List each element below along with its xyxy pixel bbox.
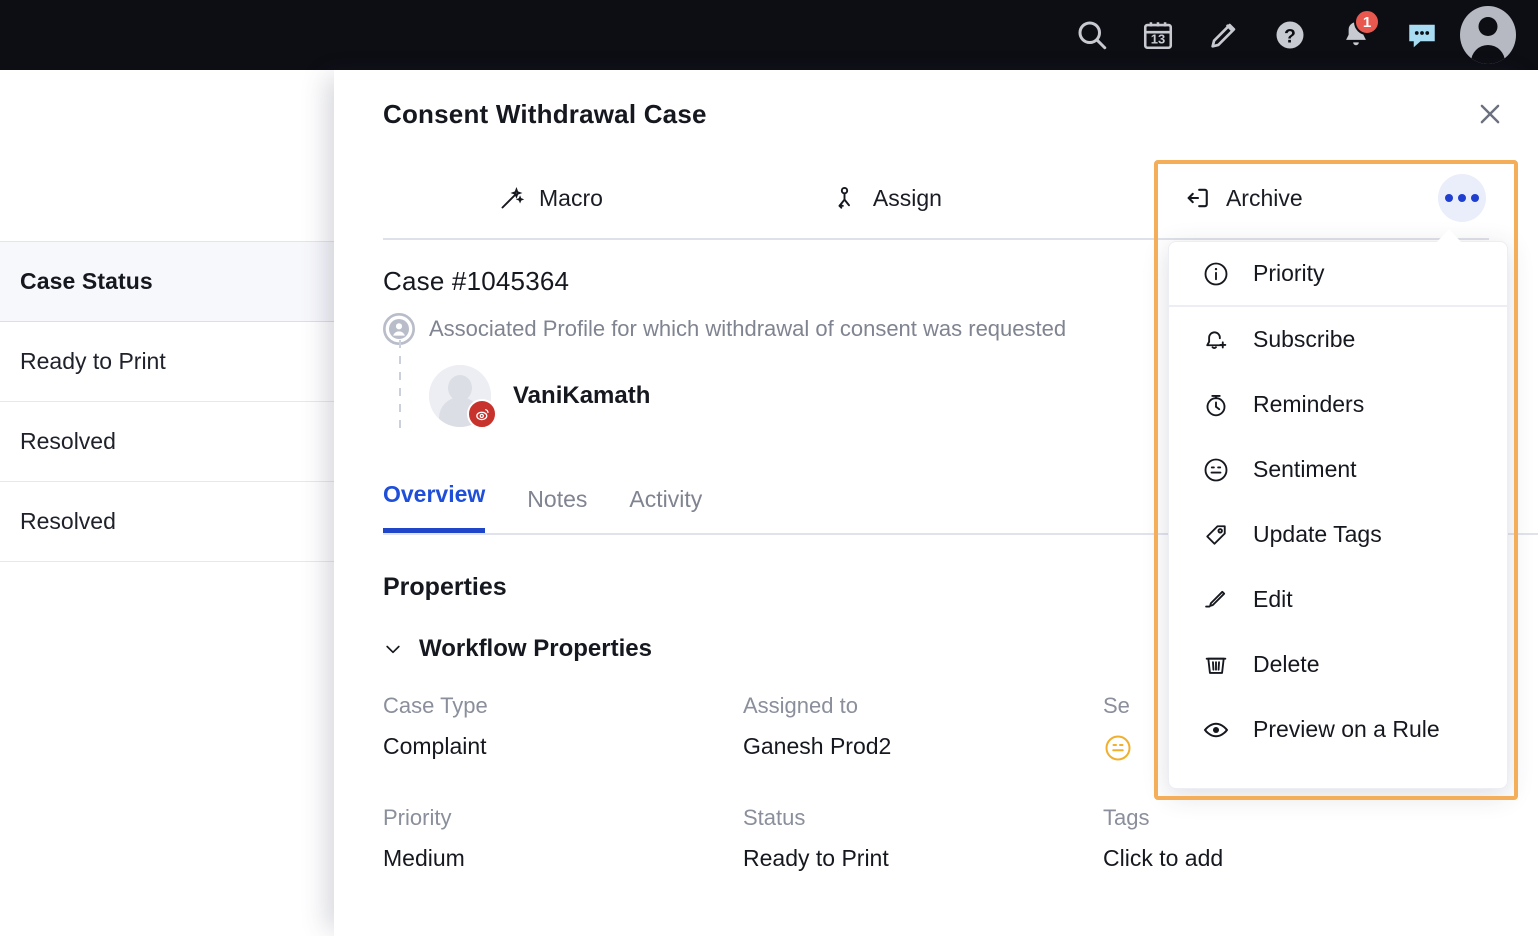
timeline-connector [399, 340, 401, 428]
profile-avatar [429, 365, 497, 429]
field-label: Assigned to [743, 693, 858, 718]
case-status-column-header: Case Status [0, 242, 340, 322]
table-row[interactable]: Ready to Print [0, 322, 340, 402]
menu-item-label: Reminders [1253, 391, 1365, 417]
menu-item-delete[interactable]: Delete [1169, 632, 1507, 697]
field-value[interactable]: Ready to Print [743, 845, 1103, 908]
field-label: Status [743, 805, 806, 830]
more-options-menu: Priority Subscribe Reminders Sentiment U… [1168, 229, 1508, 789]
search-icon[interactable] [1064, 7, 1120, 63]
tab-label: Notes [527, 486, 588, 512]
menu-item-label: Delete [1253, 651, 1320, 677]
calendar-icon[interactable]: 13 [1130, 7, 1186, 63]
field-label: Case Type [383, 693, 488, 718]
menu-item-label: Update Tags [1253, 521, 1382, 547]
top-navigation-bar: 13 ? 1 [0, 0, 1538, 70]
assign-label: Assign [872, 184, 942, 211]
tab-activity[interactable]: Activity [629, 486, 702, 533]
stopwatch-icon [1201, 390, 1231, 420]
info-circle-icon [1201, 259, 1231, 289]
archive-icon [1184, 184, 1212, 212]
menu-item-label: Subscribe [1253, 326, 1356, 352]
dot [1445, 194, 1453, 202]
tab-label: Overview [383, 481, 486, 507]
chevron-down-icon [383, 639, 403, 659]
tab-label: Activity [629, 486, 703, 512]
smiley-icon [1201, 455, 1231, 485]
sentiment-neutral-icon [1103, 733, 1133, 769]
assign-person-icon [831, 184, 859, 212]
dot [1458, 194, 1466, 202]
profile-name: VaniKamath [513, 382, 651, 409]
field-value[interactable]: Complaint [383, 733, 743, 805]
macro-label: Macro [539, 184, 603, 211]
app-root: 13 ? 1 Case Status Ready to Print Resolv… [0, 0, 1538, 936]
background-case-list: Case Status Ready to Print Resolved Reso… [0, 70, 340, 936]
field-value[interactable]: Ganesh Prod2 [743, 733, 1103, 805]
field-value-tags[interactable]: Click to add [1103, 845, 1463, 908]
archive-label: Archive [1225, 184, 1303, 211]
magic-wand-icon [497, 184, 525, 212]
menu-item-subscribe[interactable]: Subscribe [1169, 307, 1507, 372]
menu-item-edit[interactable]: Edit [1169, 567, 1507, 632]
list-toolbar-placeholder [0, 70, 340, 242]
notification-badge: 1 [1354, 9, 1380, 35]
menu-item-preview-on-a-rule[interactable]: Preview on a Rule [1169, 697, 1507, 762]
eye-icon [1201, 715, 1231, 745]
bell-plus-icon [1201, 325, 1231, 355]
assign-button[interactable]: Assign [831, 184, 942, 212]
menu-item-label: Sentiment [1253, 456, 1357, 482]
more-options-button[interactable] [1438, 174, 1486, 222]
table-row[interactable]: Resolved [0, 482, 340, 562]
pencil-icon[interactable] [1196, 7, 1252, 63]
dot [1471, 194, 1479, 202]
archive-button[interactable]: Archive [1184, 184, 1303, 212]
close-icon[interactable] [1468, 92, 1512, 136]
table-row[interactable]: Resolved [0, 402, 340, 482]
menu-item-priority[interactable]: Priority [1169, 242, 1507, 307]
chat-icon[interactable] [1394, 7, 1450, 63]
menu-item-label: Preview on a Rule [1253, 716, 1440, 742]
case-status-value: Resolved [20, 428, 116, 454]
field-label: Priority [383, 805, 452, 830]
social-network-badge-icon [467, 399, 497, 429]
macro-button[interactable]: Macro [497, 184, 603, 212]
tab-overview[interactable]: Overview [383, 481, 486, 533]
field-value[interactable]: Medium [383, 845, 743, 908]
avatar [1460, 6, 1516, 64]
trash-icon [1201, 650, 1231, 680]
workflow-properties-label: Workflow Properties [419, 635, 652, 662]
bell-icon[interactable]: 1 [1328, 7, 1384, 63]
case-action-toolbar: Macro Assign Archive [334, 158, 1538, 238]
calendar-day-label: 13 [1150, 31, 1166, 47]
topbar-icon-group: 13 ? 1 [1064, 6, 1538, 64]
menu-item-sentiment[interactable]: Sentiment [1169, 437, 1507, 502]
help-icon[interactable]: ? [1262, 7, 1318, 63]
menu-item-update-tags[interactable]: Update Tags [1169, 502, 1507, 567]
menu-item-label: Priority [1253, 260, 1325, 286]
user-avatar-icon[interactable] [1460, 6, 1516, 64]
tag-icon [1201, 520, 1231, 550]
case-status-value: Resolved [20, 508, 116, 534]
menu-item-reminders[interactable]: Reminders [1169, 372, 1507, 437]
pencil-edit-icon [1201, 585, 1231, 615]
case-status-value: Ready to Print [20, 348, 166, 374]
svg-text:?: ? [1284, 26, 1296, 48]
associated-profile-text: Associated Profile for which withdrawal … [429, 316, 1067, 341]
page-title: Consent Withdrawal Case [383, 98, 707, 129]
panel-header: Consent Withdrawal Case [334, 70, 1538, 158]
menu-item-label: Edit [1253, 586, 1293, 612]
field-label: Tags [1103, 805, 1150, 830]
tab-notes[interactable]: Notes [527, 486, 587, 533]
